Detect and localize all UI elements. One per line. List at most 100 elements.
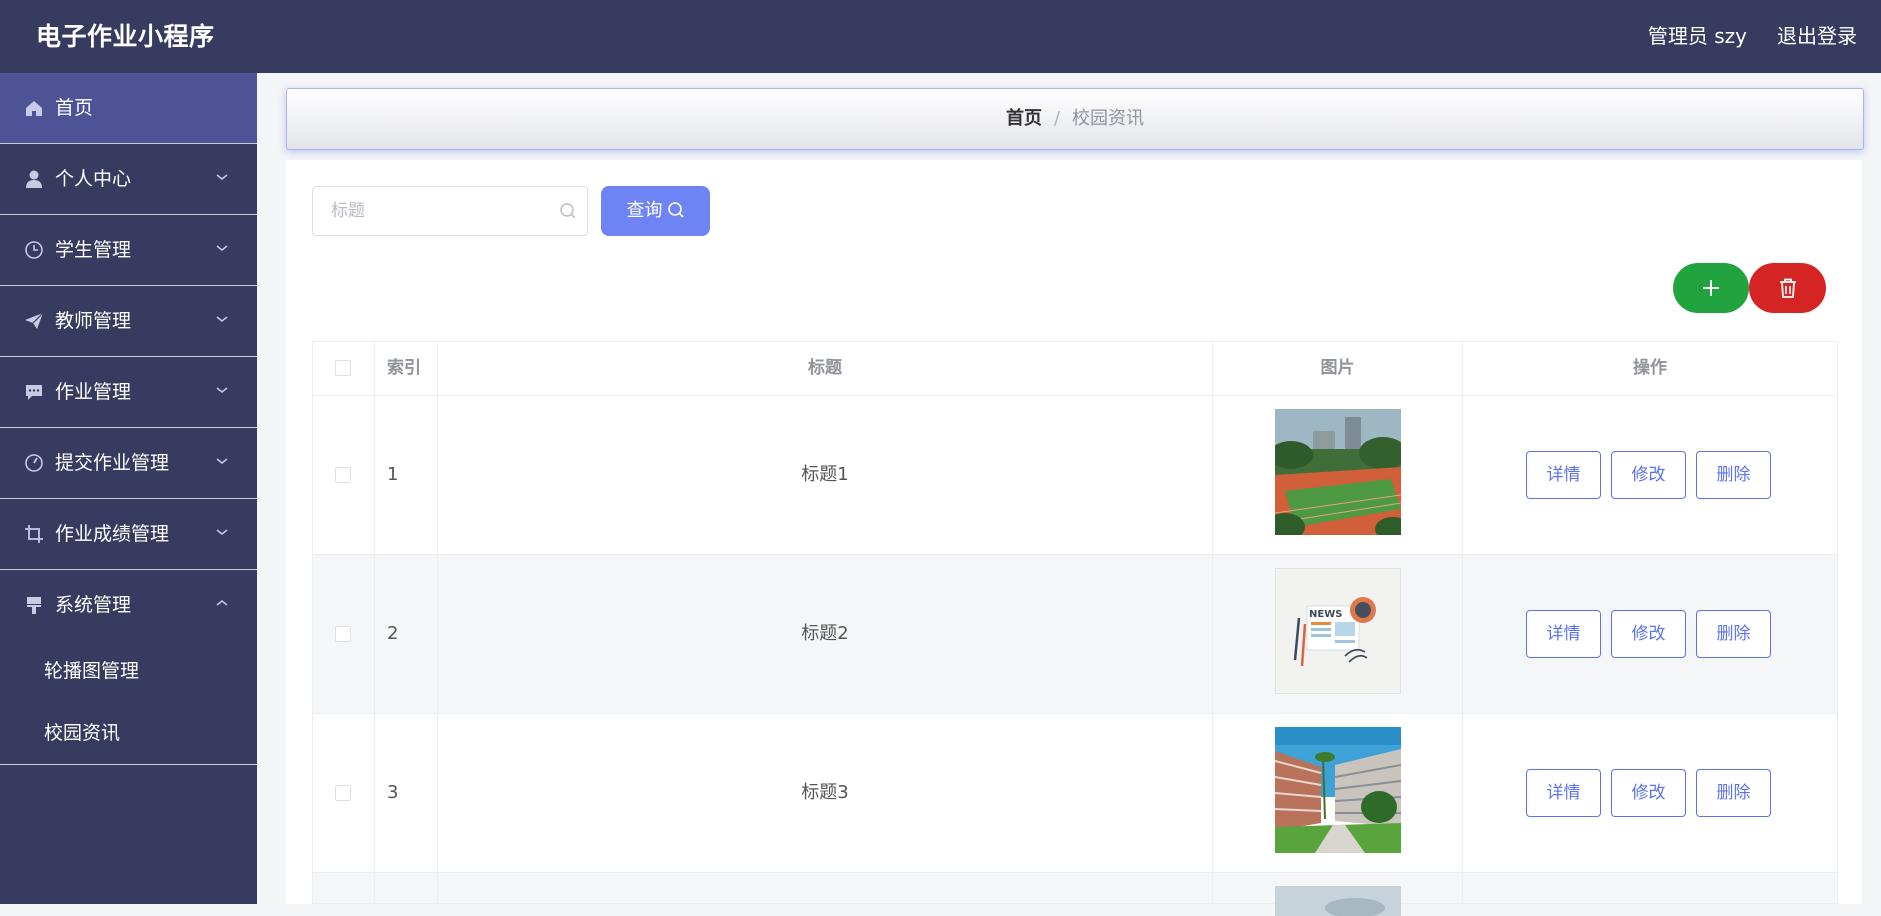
row-title: 标题3 (801, 782, 849, 803)
sidebar-item-submit-homework[interactable]: 提交作业管理 (0, 428, 257, 499)
sidebar-item-label: 作业成绩管理 (55, 523, 170, 545)
row-index-cell: 3 (375, 714, 438, 872)
sidebar-item-teacher-management[interactable]: 教师管理 (0, 286, 257, 357)
search-icon (560, 203, 576, 219)
user-icon (26, 170, 42, 188)
chevron-down-icon (216, 529, 228, 535)
table-row (313, 873, 1837, 916)
current-user: 管理员 szy (1647, 24, 1747, 48)
row-title-cell: 标题2 (438, 555, 1213, 713)
sidebar-subitem-carousel[interactable]: 轮播图管理 (0, 640, 257, 702)
delete-button[interactable]: 删除 (1696, 451, 1771, 499)
detail-button[interactable]: 详情 (1526, 610, 1601, 658)
row-index-cell: 2 (375, 555, 438, 713)
batch-delete-button[interactable] (1749, 263, 1826, 313)
row-checkbox[interactable] (335, 467, 351, 483)
detail-button[interactable]: 详情 (1526, 451, 1601, 499)
brush-icon (27, 597, 41, 614)
chevron-down-icon (216, 387, 228, 393)
breadcrumb-home[interactable]: 首页 (1006, 108, 1042, 129)
gauge-icon (25, 454, 43, 472)
search-icon (667, 202, 684, 218)
table-row: 2 标题2 NEWS 详情 修改 删除 (313, 555, 1837, 714)
row-image (1275, 886, 1401, 916)
header-index-cell: 索引 (375, 342, 438, 395)
row-checkbox-cell (313, 873, 375, 903)
chevron-up-icon (216, 600, 228, 606)
row-title: 标题1 (801, 464, 849, 485)
search-input[interactable] (313, 187, 561, 235)
campus-sports-field-image (1275, 409, 1401, 535)
row-image-cell: NEWS (1213, 555, 1463, 713)
chat-icon (26, 385, 42, 400)
breadcrumb-separator: / (1053, 108, 1061, 129)
campus-building-image (1275, 727, 1401, 853)
row-image-cell (1213, 873, 1463, 916)
table-row: 1 标题1 详情 修改 删除 (313, 396, 1837, 555)
sidebar-item-label: 学生管理 (55, 239, 132, 261)
row-index-cell: 1 (375, 396, 438, 554)
chevron-down-icon (216, 316, 228, 322)
row-actions-cell: 详情 修改 删除 (1463, 396, 1837, 554)
paper-plane-icon (25, 312, 44, 329)
row-title: 标题2 (801, 623, 849, 644)
news-table: 索引 标题 图片 操作 1 标题1 详情 修改 删除 2 标题2 NEWS 详情… (312, 341, 1838, 916)
sidebar-item-label: 系统管理 (55, 594, 132, 616)
sidebar-item-label: 提交作业管理 (55, 452, 170, 474)
row-index: 3 (387, 782, 399, 803)
row-image-cell (1213, 396, 1463, 554)
row-index: 1 (387, 464, 399, 485)
breadcrumb-current: 校园资讯 (1072, 108, 1145, 129)
row-title-cell: 标题3 (438, 714, 1213, 872)
edit-button[interactable]: 修改 (1611, 769, 1686, 817)
sidebar-item-homework-management[interactable]: 作业管理 (0, 357, 257, 428)
row-actions-cell: 详情 修改 删除 (1463, 714, 1837, 872)
header-actions: 操作 (1633, 358, 1667, 378)
detail-button[interactable]: 详情 (1526, 769, 1601, 817)
add-button[interactable] (1673, 263, 1749, 313)
row-checkbox[interactable] (335, 626, 351, 642)
main-content: 查询 索引 标题 图片 操作 1 标题1 (286, 160, 1862, 916)
sidebar-item-system-management[interactable]: 系统管理 (0, 570, 257, 640)
delete-button[interactable]: 删除 (1696, 610, 1771, 658)
row-title-cell (438, 873, 1213, 903)
system-submenu: 轮播图管理 校园资讯 (0, 640, 257, 765)
plus-icon (1703, 280, 1719, 296)
top-bar: 电子作业小程序 管理员 szy 退出登录 (0, 0, 1881, 73)
query-button-label: 查询 (626, 200, 663, 221)
sidebar-item-label: 教师管理 (55, 310, 132, 332)
table-row: 3 标题3 详情 修改 删除 (313, 714, 1837, 873)
sidebar-item-label: 首页 (55, 97, 94, 119)
chevron-down-icon (216, 245, 228, 251)
delete-button[interactable]: 删除 (1696, 769, 1771, 817)
row-checkbox[interactable] (335, 785, 351, 801)
header-title: 标题 (808, 358, 842, 378)
sidebar-item-student-management[interactable]: 学生管理 (0, 215, 257, 286)
clock-icon (25, 241, 43, 259)
header-index: 索引 (387, 358, 421, 378)
row-checkbox-cell (313, 714, 375, 872)
sidebar-subitem-campus-news[interactable]: 校园资讯 (0, 702, 257, 764)
table-header: 索引 标题 图片 操作 (313, 342, 1837, 396)
query-button[interactable]: 查询 (601, 186, 710, 236)
header-checkbox-cell (313, 342, 375, 395)
select-all-checkbox[interactable] (335, 360, 351, 376)
trash-icon (1779, 278, 1796, 298)
edit-button[interactable]: 修改 (1611, 451, 1686, 499)
row-checkbox-cell (313, 396, 375, 554)
news-image-text: NEWS (1309, 609, 1342, 620)
chevron-down-icon (216, 458, 228, 464)
header-actions-cell: 操作 (1463, 342, 1837, 395)
row-index: 2 (387, 623, 399, 644)
news-illustration-image: NEWS (1275, 568, 1401, 694)
home-icon (26, 101, 42, 116)
search-box (312, 186, 588, 236)
sidebar-item-grade-management[interactable]: 作业成绩管理 (0, 499, 257, 570)
header-title-cell: 标题 (438, 342, 1213, 395)
row-actions-cell (1463, 873, 1837, 903)
sidebar-item-personal-center[interactable]: 个人中心 (0, 144, 257, 215)
sidebar-item-home[interactable]: 首页 (0, 73, 257, 144)
row-image-cell (1213, 714, 1463, 872)
edit-button[interactable]: 修改 (1611, 610, 1686, 658)
logout-link[interactable]: 退出登录 (1777, 0, 1857, 73)
